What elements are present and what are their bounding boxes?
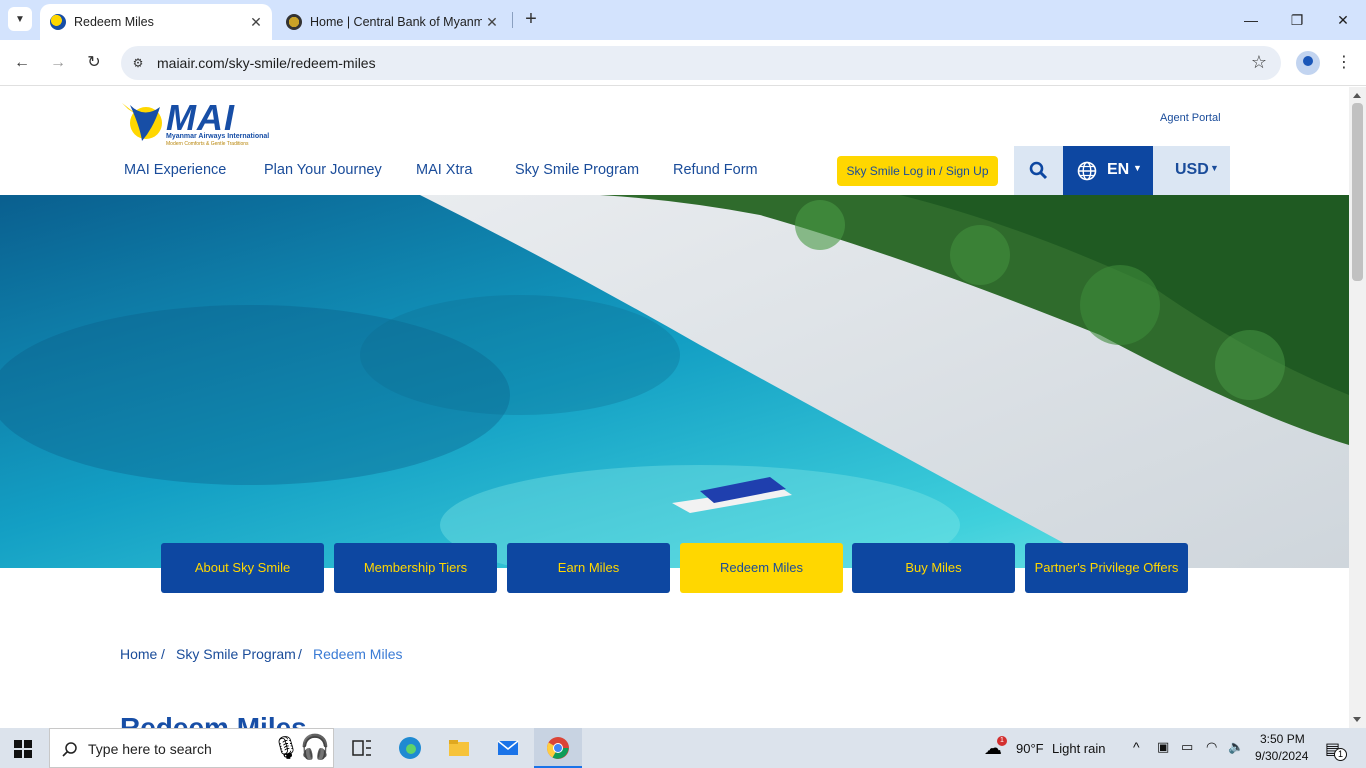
chrome-icon <box>547 737 569 759</box>
notification-count-badge: 1 <box>1334 748 1347 761</box>
wifi-icon[interactable]: ◠ <box>1206 739 1217 755</box>
close-icon[interactable]: ✕ <box>246 14 266 31</box>
address-bar[interactable]: ⚙ maiair.com/sky-smile/redeem-miles ☆ <box>121 46 1281 80</box>
close-window-button[interactable]: ✕ <box>1320 0 1366 40</box>
nav-mai-xtra[interactable]: MAI Xtra <box>416 162 472 178</box>
agent-portal-link[interactable]: Agent Portal <box>1160 112 1221 124</box>
clock-date[interactable]: 9/30/2024 <box>1255 749 1308 763</box>
new-tab-button[interactable]: + <box>520 8 542 30</box>
currency-selector[interactable]: USD ▼ <box>1153 146 1230 195</box>
meet-now-icon[interactable]: ▣ <box>1157 739 1169 755</box>
task-view-icon[interactable] <box>350 736 374 760</box>
browser-toolbar: ← → ↻ ⚙ maiair.com/sky-smile/redeem-mile… <box>0 40 1366 86</box>
nav-mai-experience[interactable]: MAI Experience <box>124 162 226 178</box>
forward-button[interactable]: → <box>46 51 70 75</box>
breadcrumb-current: Redeem Miles <box>313 646 403 662</box>
windows-start-icon[interactable] <box>14 740 32 758</box>
subnav-buy-miles[interactable]: Buy Miles <box>852 543 1015 593</box>
site-info-icon[interactable]: ⚙ <box>129 54 147 72</box>
mai-logo[interactable]: MAI Myanmar Airways International Modern… <box>120 95 276 147</box>
edge-browser-icon[interactable] <box>398 736 422 760</box>
tray-overflow-chevron-icon[interactable]: ^ <box>1133 739 1140 755</box>
tab-redeem-miles[interactable]: Redeem Miles ✕ <box>40 4 272 40</box>
kebab-menu-icon[interactable]: ⋮ <box>1336 51 1352 75</box>
search-icon <box>62 742 77 757</box>
subnav-redeem-miles[interactable]: Redeem Miles <box>680 543 843 593</box>
page-viewport: MAI Myanmar Airways International Modern… <box>0 87 1349 728</box>
headphones-icon: 🎧 <box>300 734 330 761</box>
mai-favicon-icon <box>50 14 66 30</box>
globe-icon <box>1077 161 1097 181</box>
subnav-partners-privilege-offers[interactable]: Partner's Privilege Offers <box>1025 543 1188 593</box>
subnav-membership-tiers[interactable]: Membership Tiers <box>334 543 497 593</box>
nav-plan-your-journey[interactable]: Plan Your Journey <box>264 162 382 178</box>
battery-icon[interactable]: ▭ <box>1181 739 1193 755</box>
minimize-icon: — <box>1244 12 1258 28</box>
nav-refund-form[interactable]: Refund Form <box>673 162 758 178</box>
file-explorer-icon[interactable] <box>447 736 471 760</box>
scroll-down-icon[interactable] <box>1353 717 1361 722</box>
search-icon <box>1029 161 1048 180</box>
currency-value: USD <box>1175 161 1209 178</box>
page-title: Redeem Miles <box>120 712 307 728</box>
breadcrumb-separator: / <box>298 646 302 662</box>
site-search-button[interactable] <box>1014 146 1063 195</box>
scrollbar-thumb[interactable] <box>1352 103 1363 281</box>
nav-sky-smile-program[interactable]: Sky Smile Program <box>515 162 639 178</box>
taskbar-search-placeholder: Type here to search <box>88 741 212 757</box>
clock-time[interactable]: 3:50 PM <box>1260 732 1305 746</box>
plus-icon: + <box>525 8 537 30</box>
forward-arrow-icon: → <box>50 54 66 71</box>
browser-tab-strip: ▼ Redeem Miles ✕ Home | Central Bank of … <box>0 0 1366 40</box>
tab-title: Redeem Miles <box>74 15 154 29</box>
taskbar-search-box[interactable]: Type here to search 🎙 🎧 <box>49 728 334 768</box>
logo-tagline: Modern Comforts & Gentle Traditions <box>166 141 249 147</box>
caret-down-icon: ▼ <box>1210 163 1219 173</box>
sky-smile-login-button[interactable]: Sky Smile Log in / Sign Up <box>837 156 998 186</box>
subnav-earn-miles[interactable]: Earn Miles <box>507 543 670 593</box>
subnav-about-sky-smile[interactable]: About Sky Smile <box>161 543 324 593</box>
breadcrumb-home[interactable]: Home <box>120 646 157 662</box>
search-highlight-icon: 🎙 <box>272 735 300 760</box>
star-icon[interactable]: ☆ <box>1251 52 1267 73</box>
language-selector[interactable]: EN ▼ <box>1063 146 1153 195</box>
weather-condition[interactable]: Light rain <box>1052 741 1105 756</box>
back-arrow-icon: ← <box>14 54 30 71</box>
tab-separator <box>512 12 513 28</box>
tab-central-bank[interactable]: Home | Central Bank of Myanmar ✕ <box>276 4 508 40</box>
mai-bird-logo-icon <box>122 103 162 141</box>
mail-icon[interactable] <box>496 736 520 760</box>
restore-button[interactable]: ❐ <box>1274 0 1320 40</box>
breadcrumb-separator: / <box>161 646 165 662</box>
reload-icon: ↻ <box>87 54 101 71</box>
tab-search-button[interactable]: ▼ <box>8 7 32 31</box>
language-value: EN <box>1107 161 1130 178</box>
breadcrumb-sky-smile-program[interactable]: Sky Smile Program <box>176 646 296 662</box>
close-icon[interactable]: ✕ <box>482 14 502 31</box>
url-text[interactable]: maiair.com/sky-smile/redeem-miles <box>157 55 376 71</box>
scroll-up-icon[interactable] <box>1353 93 1361 98</box>
windows-taskbar: Type here to search 🎙 🎧 ☁ 1 90°F Light r… <box>0 728 1366 768</box>
central-bank-favicon-icon <box>286 14 302 30</box>
minimize-button[interactable]: — <box>1228 0 1274 40</box>
back-button[interactable]: ← <box>10 51 34 75</box>
weather-temp[interactable]: 90°F <box>1016 741 1044 756</box>
beach-aerial-illustration <box>0 195 1349 568</box>
restore-icon: ❐ <box>1290 12 1304 28</box>
reload-button[interactable]: ↻ <box>82 51 106 75</box>
page-scrollbar[interactable] <box>1349 87 1366 728</box>
close-icon: ✕ <box>1337 12 1349 28</box>
hero-beach-image <box>0 195 1349 568</box>
volume-icon[interactable]: 🔈 <box>1228 739 1244 755</box>
caret-down-icon: ▼ <box>1133 163 1142 173</box>
tab-title: Home | Central Bank of Myanmar <box>310 15 482 29</box>
logo-subtitle: Myanmar Airways International <box>166 133 270 140</box>
chevron-down-icon: ▼ <box>15 13 25 25</box>
chrome-taskbar-button[interactable] <box>534 728 582 768</box>
profile-icon[interactable] <box>1296 51 1320 75</box>
weather-badge: 1 <box>997 736 1007 746</box>
